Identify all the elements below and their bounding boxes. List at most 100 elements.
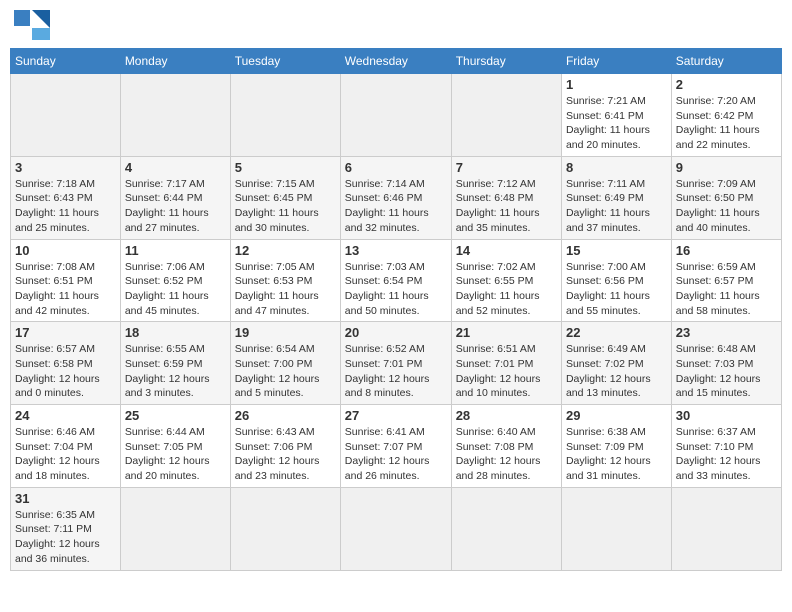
calendar-cell: 30 Sunrise: 6:37 AM Sunset: 7:10 PM Dayli… (671, 405, 781, 488)
calendar-cell: 17 Sunrise: 6:57 AM Sunset: 6:58 PM Dayli… (11, 322, 121, 405)
day-info: Sunrise: 7:21 AM Sunset: 6:41 PM Dayligh… (566, 94, 667, 153)
day-number: 22 (566, 325, 667, 340)
day-number: 8 (566, 160, 667, 175)
day-number: 12 (235, 243, 336, 258)
calendar-cell (230, 487, 340, 570)
calendar-cell: 16Sunrise: 6:59 AM Sunset: 6:57 PM Dayli… (671, 239, 781, 322)
calendar-cell: 18Sunrise: 6:55 AM Sunset: 6:59 PM Dayli… (120, 322, 230, 405)
calendar-cell: 12 Sunrise: 7:05 AM Sunset: 6:53 PM Dayli… (230, 239, 340, 322)
day-info: Sunrise: 7:11 AM Sunset: 6:49 PM Dayligh… (566, 177, 667, 236)
calendar-cell: 14Sunrise: 7:02 AM Sunset: 6:55 PM Dayli… (451, 239, 561, 322)
logo (14, 10, 54, 40)
day-number: 30 (676, 408, 777, 423)
day-number: 13 (345, 243, 447, 258)
calendar-cell: 2 Sunrise: 7:20 AM Sunset: 6:42 PM Daylig… (671, 74, 781, 157)
calendar-cell: 5 Sunrise: 7:15 AM Sunset: 6:45 PM Daylig… (230, 156, 340, 239)
page-header (10, 10, 782, 40)
day-number: 19 (235, 325, 336, 340)
col-header-monday: Monday (120, 49, 230, 74)
day-number: 25 (125, 408, 226, 423)
day-number: 9 (676, 160, 777, 175)
day-number: 11 (125, 243, 226, 258)
calendar-week-row: 31 Sunrise: 6:35 AM Sunset: 7:11 PM Dayli… (11, 487, 782, 570)
day-number: 7 (456, 160, 557, 175)
calendar-cell: 21Sunrise: 6:51 AM Sunset: 7:01 PM Dayli… (451, 322, 561, 405)
calendar-cell: 27 Sunrise: 6:41 AM Sunset: 7:07 PM Dayli… (340, 405, 451, 488)
day-info: Sunrise: 6:44 AM Sunset: 7:05 PM Dayligh… (125, 425, 226, 484)
day-info: Sunrise: 6:35 AM Sunset: 7:11 PM Dayligh… (15, 508, 116, 567)
day-number: 26 (235, 408, 336, 423)
logo-icon (14, 10, 50, 40)
calendar-cell (120, 74, 230, 157)
calendar-cell: 31 Sunrise: 6:35 AM Sunset: 7:11 PM Dayli… (11, 487, 121, 570)
day-info: Sunrise: 6:59 AM Sunset: 6:57 PM Dayligh… (676, 260, 777, 319)
day-info: Sunrise: 7:06 AM Sunset: 6:52 PM Dayligh… (125, 260, 226, 319)
day-info: Sunrise: 6:46 AM Sunset: 7:04 PM Dayligh… (15, 425, 116, 484)
day-number: 3 (15, 160, 116, 175)
calendar-cell: 19 Sunrise: 6:54 AM Sunset: 7:00 PM Dayli… (230, 322, 340, 405)
day-info: Sunrise: 6:43 AM Sunset: 7:06 PM Dayligh… (235, 425, 336, 484)
calendar-header-row: SundayMondayTuesdayWednesdayThursdayFrid… (11, 49, 782, 74)
day-info: Sunrise: 6:49 AM Sunset: 7:02 PM Dayligh… (566, 342, 667, 401)
day-number: 29 (566, 408, 667, 423)
calendar-week-row: 24 Sunrise: 6:46 AM Sunset: 7:04 PM Dayli… (11, 405, 782, 488)
day-number: 28 (456, 408, 557, 423)
col-header-sunday: Sunday (11, 49, 121, 74)
day-info: Sunrise: 7:15 AM Sunset: 6:45 PM Dayligh… (235, 177, 336, 236)
day-number: 21 (456, 325, 557, 340)
day-number: 31 (15, 491, 116, 506)
calendar-cell: 9Sunrise: 7:09 AM Sunset: 6:50 PM Daylig… (671, 156, 781, 239)
day-info: Sunrise: 7:08 AM Sunset: 6:51 PM Dayligh… (15, 260, 116, 319)
day-number: 2 (676, 77, 777, 92)
calendar-cell: 6 Sunrise: 7:14 AM Sunset: 6:46 PM Daylig… (340, 156, 451, 239)
day-info: Sunrise: 6:54 AM Sunset: 7:00 PM Dayligh… (235, 342, 336, 401)
day-number: 6 (345, 160, 447, 175)
calendar-week-row: 3 Sunrise: 7:18 AM Sunset: 6:43 PM Daylig… (11, 156, 782, 239)
calendar-cell (561, 487, 671, 570)
day-info: Sunrise: 6:41 AM Sunset: 7:07 PM Dayligh… (345, 425, 447, 484)
day-number: 24 (15, 408, 116, 423)
day-number: 10 (15, 243, 116, 258)
calendar-cell: 28 Sunrise: 6:40 AM Sunset: 7:08 PM Dayli… (451, 405, 561, 488)
calendar-cell: 20Sunrise: 6:52 AM Sunset: 7:01 PM Dayli… (340, 322, 451, 405)
day-info: Sunrise: 6:40 AM Sunset: 7:08 PM Dayligh… (456, 425, 557, 484)
day-number: 20 (345, 325, 447, 340)
calendar-cell: 1Sunrise: 7:21 AM Sunset: 6:41 PM Daylig… (561, 74, 671, 157)
calendar-cell (451, 487, 561, 570)
day-number: 23 (676, 325, 777, 340)
day-number: 4 (125, 160, 226, 175)
day-info: Sunrise: 7:12 AM Sunset: 6:48 PM Dayligh… (456, 177, 557, 236)
day-info: Sunrise: 6:48 AM Sunset: 7:03 PM Dayligh… (676, 342, 777, 401)
day-info: Sunrise: 7:20 AM Sunset: 6:42 PM Dayligh… (676, 94, 777, 153)
col-header-thursday: Thursday (451, 49, 561, 74)
calendar-cell: 7 Sunrise: 7:12 AM Sunset: 6:48 PM Daylig… (451, 156, 561, 239)
day-number: 5 (235, 160, 336, 175)
calendar-cell: 15Sunrise: 7:00 AM Sunset: 6:56 PM Dayli… (561, 239, 671, 322)
calendar-week-row: 10 Sunrise: 7:08 AM Sunset: 6:51 PM Dayli… (11, 239, 782, 322)
day-info: Sunrise: 7:14 AM Sunset: 6:46 PM Dayligh… (345, 177, 447, 236)
col-header-wednesday: Wednesday (340, 49, 451, 74)
calendar-cell (230, 74, 340, 157)
calendar-cell (340, 487, 451, 570)
calendar-cell: 22 Sunrise: 6:49 AM Sunset: 7:02 PM Dayli… (561, 322, 671, 405)
calendar-cell: 29Sunrise: 6:38 AM Sunset: 7:09 PM Dayli… (561, 405, 671, 488)
calendar-week-row: 1Sunrise: 7:21 AM Sunset: 6:41 PM Daylig… (11, 74, 782, 157)
day-info: Sunrise: 7:00 AM Sunset: 6:56 PM Dayligh… (566, 260, 667, 319)
day-info: Sunrise: 7:02 AM Sunset: 6:55 PM Dayligh… (456, 260, 557, 319)
day-info: Sunrise: 7:18 AM Sunset: 6:43 PM Dayligh… (15, 177, 116, 236)
day-info: Sunrise: 7:05 AM Sunset: 6:53 PM Dayligh… (235, 260, 336, 319)
day-number: 27 (345, 408, 447, 423)
col-header-tuesday: Tuesday (230, 49, 340, 74)
day-info: Sunrise: 6:57 AM Sunset: 6:58 PM Dayligh… (15, 342, 116, 401)
calendar-cell: 13Sunrise: 7:03 AM Sunset: 6:54 PM Dayli… (340, 239, 451, 322)
day-info: Sunrise: 7:17 AM Sunset: 6:44 PM Dayligh… (125, 177, 226, 236)
calendar-week-row: 17 Sunrise: 6:57 AM Sunset: 6:58 PM Dayli… (11, 322, 782, 405)
col-header-friday: Friday (561, 49, 671, 74)
calendar-cell (11, 74, 121, 157)
calendar-cell (451, 74, 561, 157)
day-number: 17 (15, 325, 116, 340)
day-info: Sunrise: 6:37 AM Sunset: 7:10 PM Dayligh… (676, 425, 777, 484)
calendar-cell: 8 Sunrise: 7:11 AM Sunset: 6:49 PM Daylig… (561, 156, 671, 239)
calendar-cell: 25 Sunrise: 6:44 AM Sunset: 7:05 PM Dayli… (120, 405, 230, 488)
day-number: 18 (125, 325, 226, 340)
